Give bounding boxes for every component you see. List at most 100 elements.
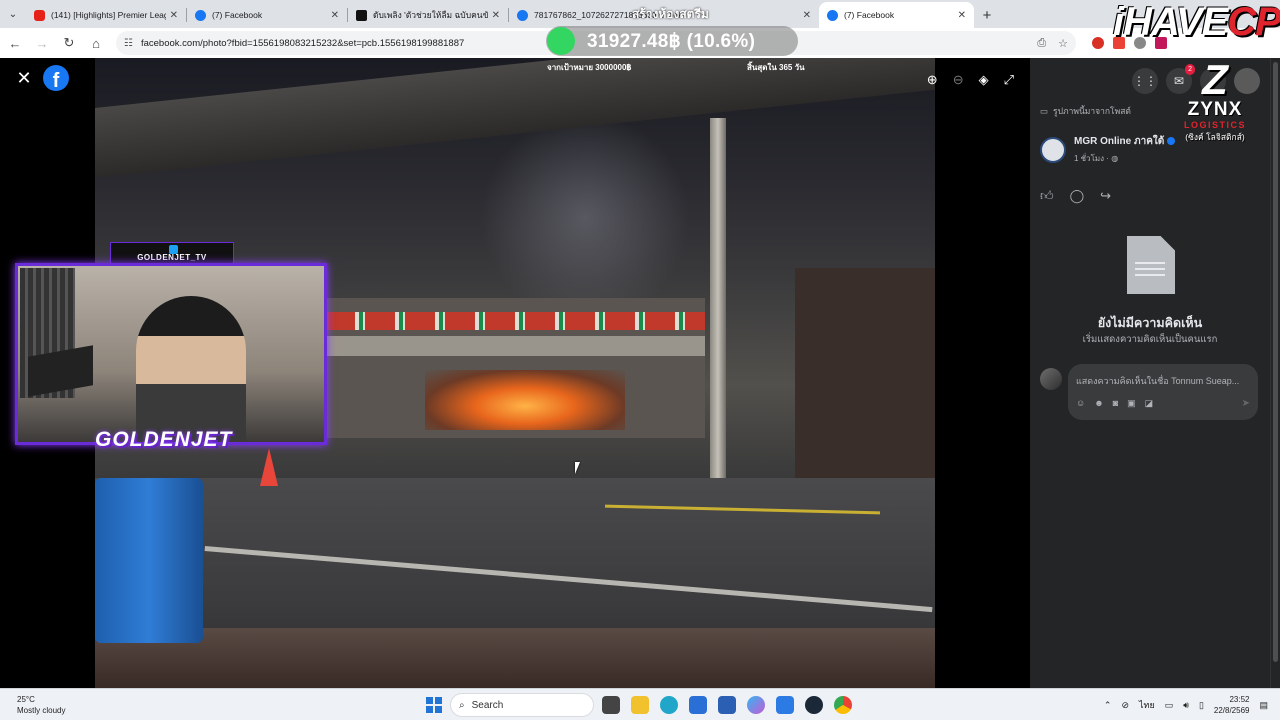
comment-icon[interactable]: ◯ xyxy=(1070,188,1085,204)
windows-start-icon[interactable] xyxy=(426,697,442,713)
input-language[interactable]: ไทย xyxy=(1139,698,1155,712)
no-comments-title: ยังไม่มีความคิดเห็น xyxy=(1097,316,1203,330)
extension-red-icon[interactable] xyxy=(1092,37,1104,49)
facebook-logo-icon[interactable]: f xyxy=(43,65,69,91)
page-name[interactable]: MGR Online ภาคใต้ xyxy=(1074,136,1164,147)
zoom-in-icon[interactable]: ⊕ xyxy=(927,72,938,88)
facebook-favicon-icon xyxy=(195,9,206,21)
mail-icon[interactable] xyxy=(776,696,794,714)
forward-arrow-icon[interactable]: → xyxy=(30,31,54,55)
streamer-figure xyxy=(136,296,246,442)
comment-tools: ☺ ☻ ◙ ▣ ◪ xyxy=(1076,398,1153,409)
browser-tab-active[interactable]: (7) Facebook ✕ xyxy=(819,2,974,28)
send-icon[interactable]: ➤ xyxy=(1242,398,1250,409)
mouse-cursor-icon xyxy=(575,462,585,474)
volume-icon[interactable]: 🔊︎ xyxy=(1183,700,1189,711)
page-scrollbar[interactable] xyxy=(1270,58,1280,688)
ihavecpu-accent: CPU xyxy=(1227,0,1280,44)
close-icon[interactable]: ✕ xyxy=(14,68,34,89)
page-meta: MGR Online ภาคใต้ 1 ชั่วโมง · ◍ xyxy=(1074,134,1176,165)
donation-amount: 31927.48฿ (10.6%) xyxy=(587,30,756,52)
tray-chevron-icon[interactable]: ⌃ xyxy=(1104,700,1112,711)
bookmark-star-icon[interactable]: ☆ xyxy=(1058,37,1068,50)
back-arrow-icon[interactable]: ← xyxy=(3,31,27,55)
tab-close-icon[interactable]: ✕ xyxy=(492,10,500,21)
network-icon[interactable]: ⊘ xyxy=(1121,700,1129,711)
edge-icon[interactable] xyxy=(660,696,678,714)
post-time[interactable]: 1 ชั่วโมง · xyxy=(1074,154,1109,163)
install-app-icon[interactable]: ⎙ xyxy=(1037,37,1046,50)
user-avatar xyxy=(1040,368,1062,390)
wifi-icon[interactable]: ▭ xyxy=(1165,700,1174,711)
zynx-thai: (ซิงค์ โลจิสติกส์) xyxy=(1185,132,1245,142)
app-blue-icon[interactable] xyxy=(718,696,736,714)
avatar-sticker-icon[interactable]: ☺ xyxy=(1076,398,1085,409)
new-tab-button[interactable]: + xyxy=(974,2,1000,28)
gif-icon[interactable]: ▣ xyxy=(1127,398,1136,409)
reload-icon[interactable]: ↻ xyxy=(57,31,81,55)
chrome-icon[interactable] xyxy=(834,696,852,714)
camera-icon[interactable]: ◙ xyxy=(1113,398,1118,409)
blue-barrel xyxy=(95,478,203,643)
clock-date: 22/8/2569 xyxy=(1213,706,1250,715)
twitter-icon xyxy=(169,245,178,254)
store-canopy xyxy=(325,336,705,356)
emoji-icon[interactable]: ☻ xyxy=(1094,398,1103,409)
browser-tab[interactable]: (7) Facebook ✕ xyxy=(187,2,347,28)
browser-tab[interactable]: ดับเพลิง 'ตัวช่วยให้ลืม ฉบับคนขับสิบล้อ'… xyxy=(348,2,508,28)
post-side-panel: ⋮⋮ ✉ 2 ♪ ▭ รูปภาพนี้มาจากโพสต์ MGR Online… xyxy=(1030,58,1270,688)
clock[interactable]: 23:52 22/8/2569 xyxy=(1214,694,1250,716)
taskbar-search[interactable]: ⌕ Search xyxy=(450,693,594,717)
zynx-mark: Z xyxy=(1202,56,1228,103)
scrollbar-thumb[interactable] xyxy=(1273,62,1278,662)
weather-widget[interactable]: 25°C Mostly cloudy xyxy=(17,694,65,716)
green-status-dot-icon xyxy=(547,27,575,55)
deadline-label: สิ้นสุดใน 365 วัน xyxy=(747,63,805,72)
comment-input[interactable] xyxy=(1076,374,1252,388)
post-time-row: 1 ชั่วโมง · ◍ xyxy=(1074,152,1175,165)
task-view-icon[interactable] xyxy=(602,696,620,714)
tab-title: (7) Facebook xyxy=(212,10,263,20)
like-icon[interactable]: 👍︎ xyxy=(1040,188,1054,204)
url-text[interactable]: facebook.com/photo?fbid=1556198083215232… xyxy=(141,38,464,49)
webcam-brand-logo: GOLDENJET xyxy=(95,428,233,451)
tab-close-icon[interactable]: ✕ xyxy=(170,10,178,21)
browser-tab[interactable]: (141) [Highlights] Premier League ✕ xyxy=(26,2,186,28)
zoom-out-icon[interactable]: ⊖ xyxy=(953,72,964,88)
goal-label: จากเป้าหมาย 3000000฿ xyxy=(547,63,632,72)
share-icon[interactable]: ↪ xyxy=(1100,188,1111,204)
store-icon[interactable] xyxy=(689,696,707,714)
clock-time: 23:52 xyxy=(1229,695,1250,704)
comment-box: ☺ ☻ ◙ ▣ ◪ ➤ xyxy=(1068,364,1258,420)
page-avatar[interactable] xyxy=(1040,136,1066,163)
tag-icon[interactable]: ◈ xyxy=(979,72,989,88)
document-icon xyxy=(1127,236,1175,294)
site-info-icon[interactable]: ☷ xyxy=(124,38,133,49)
tab-close-icon[interactable]: ✕ xyxy=(803,10,811,21)
brick-pavement xyxy=(95,628,935,688)
page-name-row[interactable]: MGR Online ภาคใต้ xyxy=(1074,134,1176,149)
weather-temp: 25°C xyxy=(17,695,35,704)
home-icon[interactable]: ⌂ xyxy=(84,31,108,55)
youtube-favicon-icon xyxy=(34,9,45,21)
battery-icon[interactable]: ▯ xyxy=(1199,700,1204,711)
webcam-frame xyxy=(15,263,327,445)
globe-icon: ◍ xyxy=(1111,154,1119,163)
file-explorer-icon[interactable] xyxy=(631,696,649,714)
menu-grid-icon[interactable]: ⋮⋮ xyxy=(1132,68,1158,94)
steam-icon[interactable] xyxy=(805,696,823,714)
tab-search-chevron-icon[interactable]: ⌄ xyxy=(0,0,26,28)
sticker-icon[interactable]: ◪ xyxy=(1145,398,1154,409)
traffic-cone xyxy=(260,448,278,486)
tab-close-icon[interactable]: ✕ xyxy=(331,10,339,21)
notification-center-icon[interactable]: ▤ xyxy=(1259,700,1268,711)
tab-close-icon[interactable]: ✕ xyxy=(958,10,966,21)
copilot-icon[interactable] xyxy=(747,696,765,714)
post-origin[interactable]: ▭ รูปภาพนี้มาจากโพสต์ xyxy=(1040,104,1131,118)
stream-banner: สร้างห้องสตรีม xyxy=(632,7,709,21)
fullscreen-icon[interactable]: ⤢ xyxy=(1004,72,1014,88)
tab-title: ดับเพลิง 'ตัวช่วยให้ลืม ฉบับคนขับสิบล้อ' xyxy=(373,10,488,20)
zynx-name: ZYNX xyxy=(1187,99,1243,120)
search-label: Search xyxy=(471,699,504,711)
webcam-handle: GOLDENJET_TV xyxy=(137,253,207,262)
